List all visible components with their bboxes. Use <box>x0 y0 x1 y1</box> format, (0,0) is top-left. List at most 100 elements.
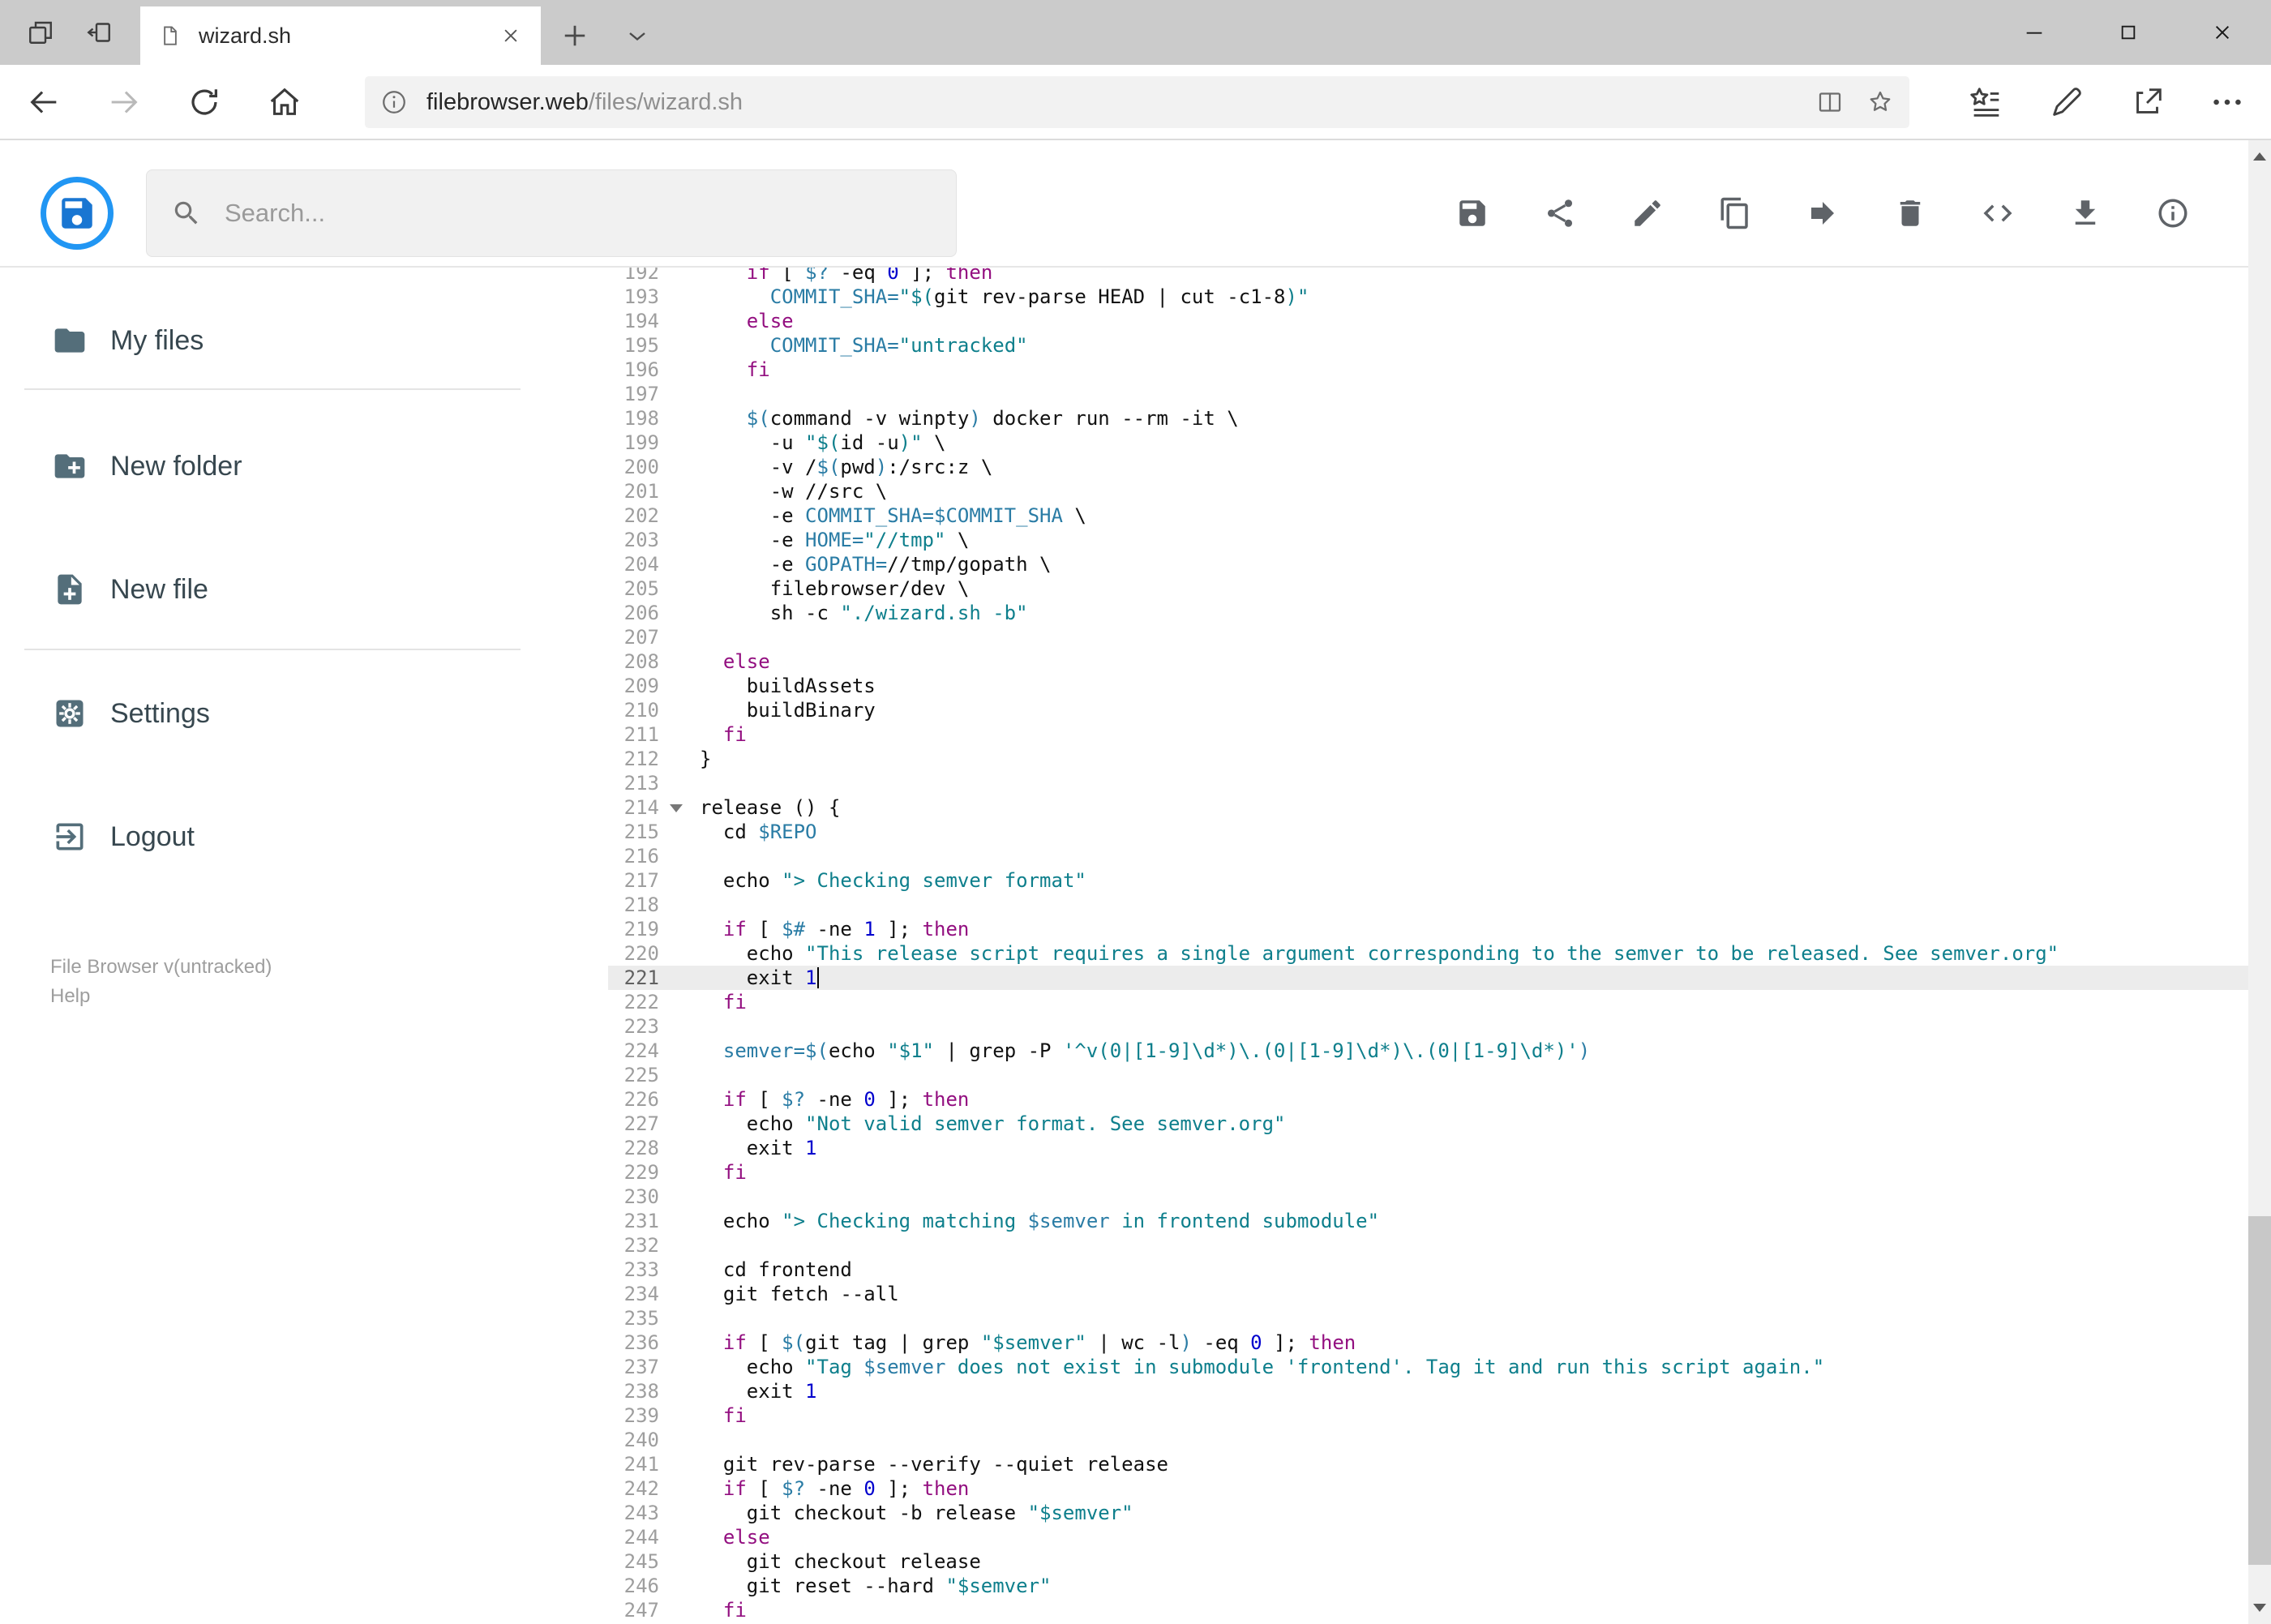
editor-row[interactable]: 196 fi <box>608 358 2248 382</box>
editor-row[interactable]: 206 sh -c "./wizard.sh -b" <box>608 601 2248 625</box>
favorites-hub-icon[interactable] <box>1967 84 2004 121</box>
editor-row[interactable]: 229 fi <box>608 1160 2248 1185</box>
scroll-down-button[interactable] <box>2248 1592 2271 1624</box>
code-line[interactable]: else <box>700 649 770 674</box>
code-line[interactable]: git rev-parse --verify --quiet release <box>700 1452 1168 1476</box>
source-code-button[interactable] <box>1981 196 2015 230</box>
editor-row[interactable]: 207 <box>608 625 2248 649</box>
editor-row[interactable]: 217 echo "> Checking semver format" <box>608 868 2248 893</box>
editor-row[interactable]: 228 exit 1 <box>608 1136 2248 1160</box>
editor[interactable]: 192 if [ $? -eq 0 ]; then 193 COMMIT_SHA=… <box>608 268 2248 1624</box>
code-line[interactable]: COMMIT_SHA="untracked" <box>700 333 1028 358</box>
editor-row[interactable]: 245 git checkout release <box>608 1549 2248 1574</box>
editor-row[interactable]: 199 -u "$(id -u)" \ <box>608 431 2248 455</box>
editor-row[interactable]: 242 if [ $? -ne 0 ]; then <box>608 1476 2248 1501</box>
editor-row[interactable]: 222 fi <box>608 990 2248 1014</box>
sidebar-item-new-folder[interactable]: New folder <box>0 426 521 507</box>
sidebar-item-new-file[interactable]: New file <box>0 549 521 630</box>
code-line[interactable]: buildBinary <box>700 698 876 722</box>
minimize-button[interactable] <box>1999 0 2069 65</box>
code-line[interactable]: echo "This release script requires a sin… <box>700 941 2059 966</box>
editor-row[interactable]: 203 -e HOME="//tmp" \ <box>608 528 2248 552</box>
code-line[interactable]: } <box>700 747 711 771</box>
code-line[interactable]: git fetch --all <box>700 1282 899 1306</box>
sidebar-item-my-files[interactable]: My files <box>0 300 521 381</box>
download-button[interactable] <box>2068 196 2102 230</box>
editor-row[interactable]: 226 if [ $? -ne 0 ]; then <box>608 1087 2248 1112</box>
code-line[interactable]: if [ $? -eq 0 ]; then <box>700 268 992 285</box>
editor-row[interactable]: 195 COMMIT_SHA="untracked" <box>608 333 2248 358</box>
scrollbar[interactable] <box>2248 140 2271 1624</box>
editor-row[interactable]: 236 if [ $(git tag | grep "$semver" | wc… <box>608 1330 2248 1355</box>
editor-row[interactable]: 227 echo "Not valid semver format. See s… <box>608 1112 2248 1136</box>
editor-row[interactable]: 216 <box>608 844 2248 868</box>
fold-toggle-icon[interactable] <box>670 804 683 812</box>
editor-row[interactable]: 233 cd frontend <box>608 1258 2248 1282</box>
reading-view-icon[interactable] <box>1815 88 1845 117</box>
code-line[interactable]: cd frontend <box>700 1258 852 1282</box>
editor-row[interactable]: 215 cd $REPO <box>608 820 2248 844</box>
editor-row[interactable]: 200 -v /$(pwd):/src:z \ <box>608 455 2248 479</box>
editor-row[interactable]: 214 release () { <box>608 795 2248 820</box>
code-line[interactable]: sh -c "./wizard.sh -b" <box>700 601 1028 625</box>
sidebar-item-logout[interactable]: Logout <box>0 796 521 877</box>
code-line[interactable]: exit 1 <box>700 1379 817 1403</box>
editor-row[interactable]: 235 <box>608 1306 2248 1330</box>
more-icon[interactable] <box>2209 84 2246 121</box>
rename-button[interactable] <box>1630 196 1665 230</box>
delete-button[interactable] <box>1893 196 1927 230</box>
code-line[interactable]: echo "> Checking matching $semver in fro… <box>700 1209 1379 1233</box>
editor-row[interactable]: 218 <box>608 893 2248 917</box>
editor-row[interactable]: 210 buildBinary <box>608 698 2248 722</box>
editor-row[interactable]: 234 git fetch --all <box>608 1282 2248 1306</box>
code-line[interactable]: fi <box>700 358 770 382</box>
editor-row[interactable]: 225 <box>608 1063 2248 1087</box>
editor-row[interactable]: 208 else <box>608 649 2248 674</box>
tabs-set-aside-icon[interactable] <box>26 18 55 47</box>
code-line[interactable]: -v /$(pwd):/src:z \ <box>700 455 993 479</box>
web-notes-icon[interactable] <box>2048 84 2085 121</box>
code-line[interactable]: git checkout release <box>700 1549 981 1574</box>
app-logo[interactable] <box>41 177 114 250</box>
site-info-icon[interactable] <box>379 88 409 117</box>
code-line[interactable]: git reset --hard "$semver" <box>700 1574 1052 1598</box>
code-line[interactable]: filebrowser/dev \ <box>700 576 970 601</box>
code-line[interactable]: echo "> Checking semver format" <box>700 868 1086 893</box>
editor-row[interactable]: 219 if [ $# -ne 1 ]; then <box>608 917 2248 941</box>
code-line[interactable]: -w //src \ <box>700 479 888 503</box>
editor-row[interactable]: 201 -w //src \ <box>608 479 2248 503</box>
editor-row[interactable]: 221 exit 1 <box>608 966 2248 990</box>
code-line[interactable]: fi <box>700 1160 747 1185</box>
tab-preview-chevron-icon[interactable] <box>621 21 653 50</box>
code-line[interactable]: echo "Tag $semver does not exist in subm… <box>700 1355 1824 1379</box>
code-line[interactable]: else <box>700 1525 770 1549</box>
home-button[interactable] <box>266 84 303 121</box>
code-line[interactable]: if [ $? -ne 0 ]; then <box>700 1087 969 1112</box>
code-line[interactable]: exit 1 <box>700 966 819 990</box>
search-box[interactable] <box>146 169 957 257</box>
editor-row[interactable]: 223 <box>608 1014 2248 1039</box>
editor-row[interactable]: 202 -e COMMIT_SHA=$COMMIT_SHA \ <box>608 503 2248 528</box>
code-line[interactable]: $(command -v winpty) docker run --rm -it… <box>700 406 1239 431</box>
editor-row[interactable]: 244 else <box>608 1525 2248 1549</box>
code-line[interactable]: fi <box>700 1598 747 1622</box>
sidebar-item-settings[interactable]: Settings <box>0 673 521 754</box>
info-button[interactable] <box>2156 196 2190 230</box>
code-line[interactable]: cd $REPO <box>700 820 817 844</box>
refresh-button[interactable] <box>186 84 223 121</box>
share-icon[interactable] <box>2129 84 2166 121</box>
code-line[interactable]: -u "$(id -u)" \ <box>700 431 946 455</box>
code-line[interactable]: fi <box>700 722 747 747</box>
code-line[interactable]: fi <box>700 1403 747 1428</box>
editor-row[interactable]: 243 git checkout -b release "$semver" <box>608 1501 2248 1525</box>
tab-close-icon[interactable] <box>499 24 523 48</box>
code-line[interactable]: COMMIT_SHA="$(git rev-parse HEAD | cut -… <box>700 285 1309 309</box>
editor-row[interactable]: 213 <box>608 771 2248 795</box>
code-line[interactable]: echo "Not valid semver format. See semve… <box>700 1112 1286 1136</box>
new-tab-button[interactable] <box>558 19 592 53</box>
editor-row[interactable]: 239 fi <box>608 1403 2248 1428</box>
editor-row[interactable]: 211 fi <box>608 722 2248 747</box>
forward-button[interactable] <box>105 84 143 121</box>
favorite-star-icon[interactable] <box>1866 88 1895 117</box>
editor-row[interactable]: 238 exit 1 <box>608 1379 2248 1403</box>
